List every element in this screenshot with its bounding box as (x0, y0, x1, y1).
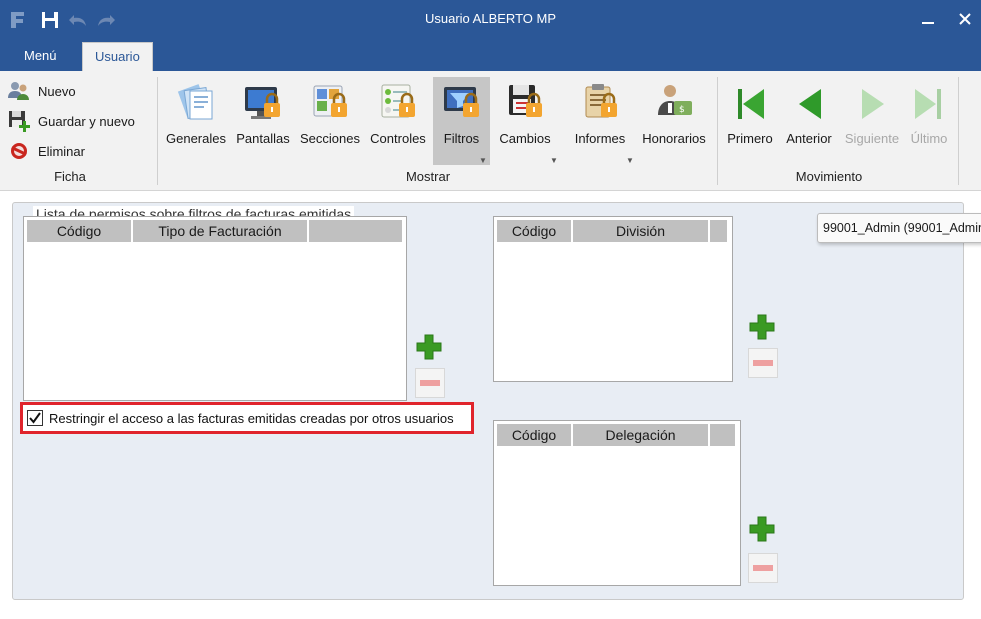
chevron-down-icon: ▼ (479, 156, 487, 165)
add-division-button[interactable] (748, 313, 776, 341)
column-header-codigo[interactable]: Código (27, 220, 133, 242)
tab-usuario[interactable]: Usuario (82, 42, 153, 71)
informes-button[interactable]: Informes ▼ (564, 77, 636, 165)
tipo-facturacion-grid[interactable]: Código Tipo de Facturación (23, 216, 407, 401)
primero-label: Primero (727, 131, 773, 146)
informes-label: Informes (574, 131, 626, 146)
ultimo-button[interactable]: Último (904, 77, 954, 165)
ribbon-separator (157, 77, 158, 185)
first-icon (728, 81, 772, 127)
minimize-icon[interactable] (917, 10, 939, 32)
delegacion-grid[interactable]: Código Delegación (493, 420, 741, 586)
restrict-access-checkbox[interactable] (27, 410, 43, 426)
column-header-division[interactable]: División (573, 220, 710, 242)
add-delegacion-button[interactable] (748, 515, 776, 543)
primero-button[interactable]: Primero (722, 77, 778, 165)
nuevo-button[interactable]: Nuevo (8, 79, 76, 103)
group-label-ficha: Ficha (54, 169, 86, 184)
honorarios-label: Honorarios (642, 131, 706, 146)
content-area: Lista de permisos sobre filtros de factu… (0, 191, 981, 619)
last-icon (907, 81, 951, 127)
group-label-mostrar: Mostrar (405, 169, 451, 184)
column-header-codigo[interactable]: Código (497, 220, 573, 242)
restrict-access-label: Restringir el acceso a las facturas emit… (49, 410, 454, 426)
sections-lock-icon (308, 81, 352, 127)
save-add-icon (8, 110, 30, 132)
remove-delegacion-button[interactable] (748, 553, 778, 583)
secciones-button[interactable]: Secciones (298, 77, 362, 165)
plus-icon (749, 314, 775, 340)
column-header-empty[interactable] (710, 424, 735, 446)
controls-lock-icon (376, 81, 420, 127)
fees-lock-icon: $ (652, 81, 696, 127)
window-title: Usuario ALBERTO MP (424, 11, 556, 26)
cambios-button[interactable]: Cambios ▼ (492, 77, 558, 165)
nuevo-label: Nuevo (38, 83, 76, 99)
plus-icon (749, 516, 775, 542)
column-header-empty[interactable] (309, 220, 402, 242)
minus-icon (753, 565, 773, 571)
ribbon-tabs: Menú Usuario (0, 40, 981, 71)
documents-icon (174, 81, 218, 127)
ultimo-label: Último (910, 131, 948, 146)
anterior-label: Anterior (786, 131, 832, 146)
siguiente-label: Siguiente (844, 131, 900, 146)
ribbon: Nuevo Guardar y nuevo Eliminar Ficha Gen… (0, 71, 981, 191)
plus-icon (416, 334, 442, 360)
next-icon (850, 81, 894, 127)
ribbon-separator (958, 77, 959, 185)
chevron-down-icon: ▼ (626, 156, 634, 165)
restrict-access-option[interactable]: Restringir el acceso a las facturas emit… (20, 402, 474, 434)
siguiente-button[interactable]: Siguiente (840, 77, 904, 165)
controles-button[interactable]: Controles (367, 77, 429, 165)
filtros-button[interactable]: Filtros ▼ (433, 77, 490, 165)
column-header-delegacion[interactable]: Delegación (573, 424, 710, 446)
chevron-down-icon: ▼ (550, 156, 558, 165)
column-header-codigo[interactable]: Código (497, 424, 573, 446)
reports-lock-icon (578, 81, 622, 127)
group-label-movimiento: Movimiento (795, 169, 863, 184)
previous-icon (787, 81, 831, 127)
pantallas-button[interactable]: Pantallas (234, 77, 292, 165)
controles-label: Controles (370, 131, 426, 146)
permissions-panel: Lista de permisos sobre filtros de factu… (12, 202, 964, 600)
monitor-lock-icon (241, 81, 285, 127)
filter-lock-icon (440, 81, 484, 127)
remove-tipo-facturacion-button[interactable] (415, 368, 445, 398)
add-tipo-facturacion-button[interactable] (415, 333, 443, 361)
anterior-button[interactable]: Anterior (780, 77, 838, 165)
remove-division-button[interactable] (748, 348, 778, 378)
ribbon-separator (717, 77, 718, 185)
generales-button[interactable]: Generales (164, 77, 228, 165)
generales-label: Generales (166, 131, 226, 146)
users-icon (8, 80, 30, 102)
filtros-label: Filtros (443, 131, 480, 146)
tab-menu[interactable]: Menú (12, 42, 69, 71)
column-header-empty[interactable] (710, 220, 727, 242)
guardar-y-nuevo-label: Guardar y nuevo (38, 113, 135, 129)
delete-icon (8, 140, 30, 162)
cambios-label: Cambios (499, 131, 551, 146)
svg-text:$: $ (679, 105, 685, 115)
user-tooltip: 99001_Admin (99001_Admin) (817, 213, 981, 243)
close-icon[interactable] (954, 10, 976, 32)
minus-icon (753, 360, 773, 366)
checkmark-icon (29, 412, 41, 424)
eliminar-label: Eliminar (38, 143, 85, 159)
guardar-y-nuevo-button[interactable]: Guardar y nuevo (8, 109, 135, 133)
secciones-label: Secciones (300, 131, 360, 146)
pantallas-label: Pantallas (236, 131, 290, 146)
changes-lock-icon (503, 81, 547, 127)
eliminar-button[interactable]: Eliminar (8, 139, 85, 163)
division-grid[interactable]: Código División (493, 216, 733, 382)
honorarios-button[interactable]: $ Honorarios (638, 77, 710, 165)
minus-icon (420, 380, 440, 386)
title-bar: Usuario ALBERTO MP (0, 0, 981, 40)
column-header-tipo-facturacion[interactable]: Tipo de Facturación (133, 220, 309, 242)
